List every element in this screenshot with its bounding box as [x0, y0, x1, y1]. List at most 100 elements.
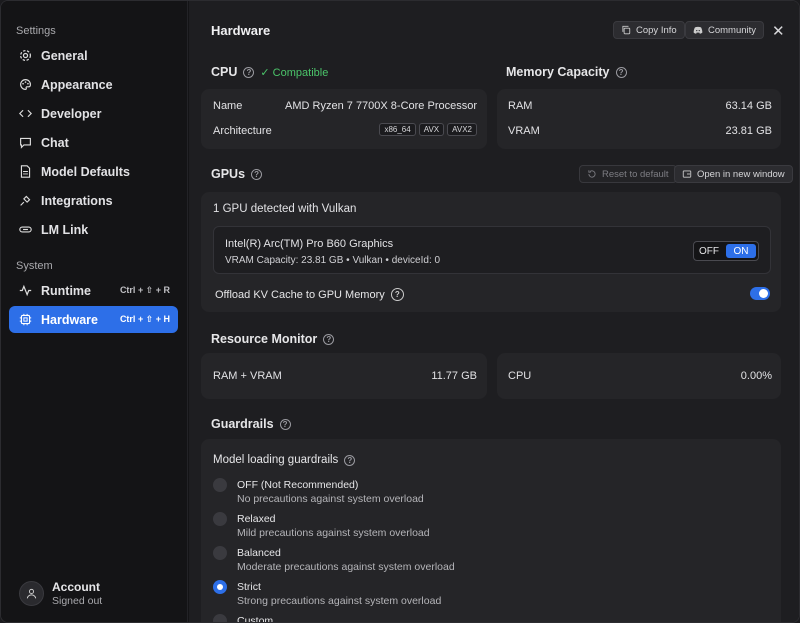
vram-value: 23.81 GB: [725, 125, 772, 137]
offload-kv-switch[interactable]: [750, 287, 770, 300]
cpu-arch-tags: x86_64 AVX AVX2: [376, 123, 477, 136]
sidebar-item-label: Model Defaults: [41, 164, 130, 179]
community-button[interactable]: Community: [685, 21, 765, 39]
sidebar-item-lm-link[interactable]: LM Link: [9, 216, 178, 243]
option-description: Mild precautions against system overload: [237, 527, 430, 539]
cpu-usage-card: CPU 0.00%: [497, 353, 781, 399]
option-description: Strong precautions against system overlo…: [237, 595, 442, 607]
guardrails-subtitle-row: Model loading guardrails ?: [213, 454, 356, 466]
sidebar-item-label: General: [41, 48, 88, 63]
settings-window: Settings General Appearance Developer Ch…: [0, 0, 800, 623]
ram-vram-card: RAM + VRAM 11.77 GB: [201, 353, 487, 399]
ram-label: RAM: [508, 100, 533, 112]
resource-monitor-title: Resource Monitor ?: [211, 332, 335, 346]
gpus-section-title: GPUs ?: [211, 167, 263, 181]
help-icon[interactable]: ?: [323, 333, 335, 345]
arch-tag: AVX: [418, 123, 445, 136]
option-title: OFF (Not Recommended): [237, 479, 359, 491]
gpu-details: VRAM Capacity: 23.81 GB • Vulkan • devic…: [225, 255, 441, 266]
compatible-badge: ✓ Compatible: [260, 66, 329, 79]
guardrails-label: Guardrails: [211, 417, 274, 431]
help-icon[interactable]: ?: [279, 418, 291, 430]
toggle-off-option[interactable]: OFF: [694, 242, 724, 260]
chip-icon: [19, 313, 32, 326]
memory-card: RAM 63.14 GB VRAM 23.81 GB: [497, 89, 781, 149]
cpu-section-title: CPU ? ✓ Compatible: [211, 65, 328, 79]
help-icon[interactable]: ?: [243, 66, 255, 78]
sidebar-item-developer[interactable]: Developer: [9, 100, 178, 127]
open-window-label: Open in new window: [697, 168, 785, 180]
ram-vram-value: 11.77 GB: [431, 370, 477, 382]
sidebar-item-model-defaults[interactable]: Model Defaults: [9, 158, 178, 185]
gpu-enable-toggle[interactable]: OFF ON: [693, 241, 759, 261]
memory-section-title: Memory Capacity ?: [506, 65, 627, 79]
close-icon[interactable]: ✕: [772, 22, 785, 40]
cpu-usage-label: CPU: [508, 370, 532, 382]
gpu-item-card: Intel(R) Arc(TM) Pro B60 Graphics VRAM C…: [213, 226, 771, 274]
toggle-on-option[interactable]: ON: [726, 244, 756, 258]
sidebar-item-label: Appearance: [41, 77, 113, 92]
sidebar: Settings General Appearance Developer Ch…: [1, 1, 188, 622]
sidebar-item-label: Hardware: [41, 312, 98, 327]
code-icon: [19, 107, 32, 120]
gear-icon: [19, 49, 32, 62]
guardrails-title: Guardrails ?: [211, 417, 291, 431]
radio-relaxed[interactable]: [213, 512, 227, 526]
option-title: Balanced: [237, 547, 281, 559]
sidebar-item-label: Integrations: [41, 193, 113, 208]
reset-label: Reset to default: [602, 168, 669, 180]
arch-tag: AVX2: [447, 123, 477, 136]
cpu-name-value: AMD Ryzen 7 7700X 8-Core Processor: [285, 100, 477, 112]
palette-icon: [19, 78, 32, 91]
gpus-title: GPUs: [211, 167, 246, 181]
sidebar-item-label: Developer: [41, 106, 102, 121]
sidebar-item-hardware[interactable]: Hardware Ctrl + ⇧ + H: [9, 306, 178, 333]
radio-off[interactable]: [213, 478, 227, 492]
sidebar-item-chat[interactable]: Chat: [9, 129, 178, 156]
community-label: Community: [708, 24, 757, 36]
cpu-name-label: Name: [213, 100, 243, 112]
account-button[interactable]: Account Signed out: [19, 580, 102, 607]
main-panel: Hardware Copy Info Community ✕ CPU ? ✓ C…: [189, 1, 799, 622]
sidebar-section-system: System: [16, 260, 53, 272]
discord-icon: [693, 26, 703, 34]
open-in-new-window-button[interactable]: Open in new window: [674, 165, 793, 183]
guardrails-subtitle: Model loading guardrails: [213, 454, 339, 466]
shortcut-hint: Ctrl + ⇧ + H: [119, 314, 170, 324]
document-icon: [19, 165, 32, 178]
copy-info-button[interactable]: Copy Info: [613, 21, 685, 39]
option-title: Strict: [237, 581, 261, 593]
header: Hardware Copy Info Community ✕: [189, 1, 799, 51]
radio-custom[interactable]: [213, 614, 227, 622]
avatar: [19, 581, 44, 606]
vram-label: VRAM: [508, 125, 540, 137]
offload-kv-row: Offload KV Cache to GPU Memory ?: [215, 288, 404, 301]
ram-value: 63.14 GB: [725, 100, 772, 112]
offload-kv-label: Offload KV Cache to GPU Memory: [215, 288, 385, 301]
radio-strict[interactable]: [213, 580, 227, 594]
help-icon[interactable]: ?: [615, 66, 627, 78]
sidebar-item-appearance[interactable]: Appearance: [9, 71, 178, 98]
memory-title: Memory Capacity: [506, 65, 610, 79]
help-icon[interactable]: ?: [344, 454, 356, 466]
pulse-icon: [19, 284, 32, 297]
sidebar-item-integrations[interactable]: Integrations: [9, 187, 178, 214]
help-icon[interactable]: ?: [251, 168, 263, 180]
sidebar-item-general[interactable]: General: [9, 42, 178, 69]
reset-to-default-button[interactable]: Reset to default: [579, 165, 677, 183]
option-title: Relaxed: [237, 513, 276, 525]
user-icon: [26, 588, 37, 599]
chat-bubble-icon: [19, 136, 32, 149]
sidebar-item-label: Chat: [41, 135, 69, 150]
arch-tag: x86_64: [379, 123, 416, 136]
ram-vram-label: RAM + VRAM: [213, 370, 282, 382]
copy-info-label: Copy Info: [636, 24, 677, 36]
resource-monitor-label: Resource Monitor: [211, 332, 318, 346]
cpu-title: CPU: [211, 65, 238, 79]
radio-balanced[interactable]: [213, 546, 227, 560]
help-icon[interactable]: ?: [390, 288, 404, 301]
sidebar-item-runtime[interactable]: Runtime Ctrl + ⇧ + R: [9, 277, 178, 304]
gpu-detected-text: 1 GPU detected with Vulkan: [213, 203, 357, 215]
reset-icon: [588, 170, 596, 178]
cpu-arch-label: Architecture: [213, 125, 272, 137]
